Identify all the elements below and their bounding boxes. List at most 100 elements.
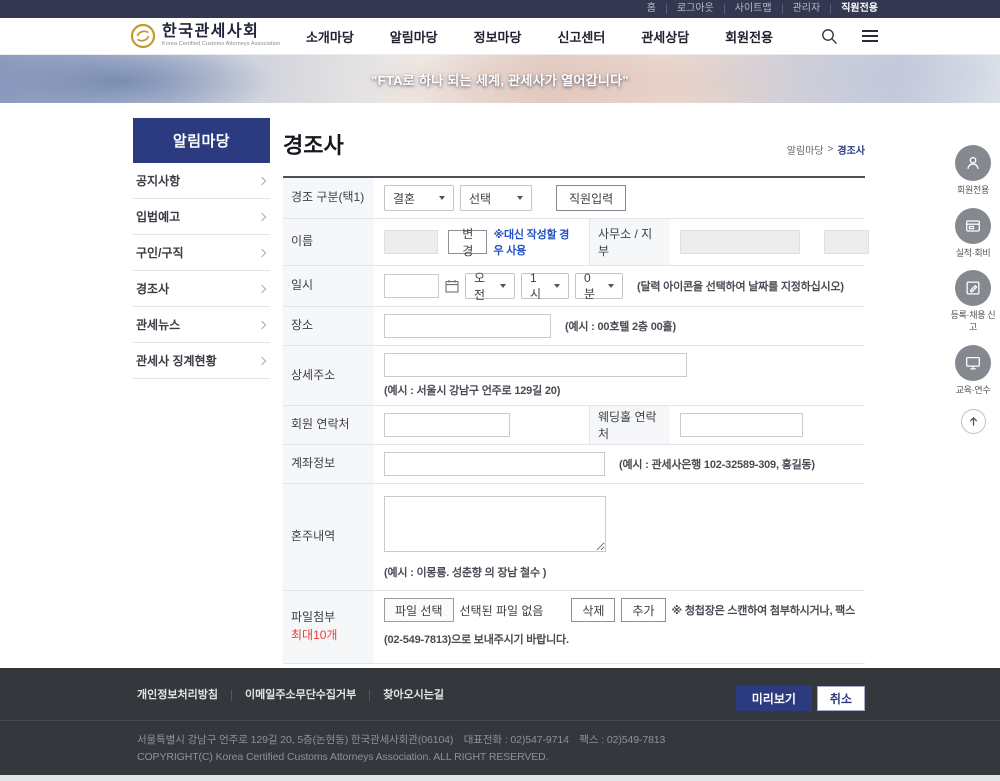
form-row-account: 계좌정보 (예시 : 관세사은행 102-32589-309, 홍길동) bbox=[283, 445, 865, 484]
breadcrumb-separator: > bbox=[828, 144, 834, 155]
footer-address: 서울특별시 강남구 언주로 129길 20, 5층(논현동) 한국관세사회관(0… bbox=[137, 732, 1000, 749]
sidebar-item-legislation[interactable]: 입법예고 bbox=[133, 199, 270, 235]
sidebar: 알림마당 공지사항 입법예고 구인/구직 경조사 bbox=[133, 118, 270, 668]
preview-button[interactable]: 미리보기 bbox=[736, 686, 812, 711]
minute-value: 0분 bbox=[584, 271, 600, 302]
chevron-right-icon bbox=[258, 212, 266, 220]
chevron-right-icon bbox=[258, 284, 266, 292]
topbar-link-staff[interactable]: 직원전용 bbox=[831, 4, 878, 14]
account-label: 계좌정보 bbox=[291, 456, 366, 472]
chevron-right-icon bbox=[258, 248, 266, 256]
file-add-button[interactable]: 추가 bbox=[621, 598, 665, 622]
name-change-button[interactable]: 변경 bbox=[448, 230, 487, 254]
nav-item-intro[interactable]: 소개마당 bbox=[306, 27, 354, 46]
page-title: 경조사 bbox=[283, 128, 344, 160]
family-label: 혼주내역 bbox=[291, 529, 366, 545]
breadcrumb-current[interactable]: 경조사 bbox=[837, 142, 865, 157]
form-row-category: 경조 구분(택1) 결혼 선택 직원입력 bbox=[283, 178, 865, 219]
address-input[interactable] bbox=[384, 353, 687, 377]
calendar-icon[interactable] bbox=[445, 279, 459, 293]
topbar: 홈 로그아웃 사이트맵 관리자 직원전용 bbox=[0, 0, 1000, 18]
office-branch-input[interactable] bbox=[824, 230, 869, 254]
quickmenu-label: 등록·채용 신고 bbox=[950, 310, 996, 333]
topbar-link-logout[interactable]: 로그아웃 bbox=[667, 4, 725, 14]
member-contact-label: 회원 연락처 bbox=[291, 417, 366, 433]
logo-subtitle: Korea Certified Customs Attorneys Associ… bbox=[162, 42, 280, 48]
nav-item-consult[interactable]: 관세상담 bbox=[641, 27, 689, 46]
topbar-link-home[interactable]: 홈 bbox=[637, 4, 667, 14]
category-sub-value: 선택 bbox=[469, 190, 491, 207]
hour-select[interactable]: 1시 bbox=[521, 273, 569, 299]
category-label: 경조 구분(택1) bbox=[291, 190, 366, 206]
bottom-strip bbox=[0, 775, 1000, 781]
sidebar-item-label: 입법예고 bbox=[136, 208, 180, 225]
topbar-link-sitemap[interactable]: 사이트맵 bbox=[725, 4, 783, 14]
main-panel: 경조사 알림마당 > 경조사 경조 구분(택1) 결혼 bbox=[283, 118, 865, 668]
content-area: 알림마당 공지사항 입법예고 구인/구직 경조사 bbox=[0, 103, 1000, 668]
nav-item-members[interactable]: 회원전용 bbox=[725, 27, 773, 46]
quickmenu-item-performance[interactable]: 실적·회비 bbox=[950, 208, 996, 260]
file-note-line1: ※ 청첩장은 스캔하여 첨부하시거나, 팩스 bbox=[672, 602, 856, 618]
page-root: 홈 로그아웃 사이트맵 관리자 직원전용 한국관세사회 Korea Certif… bbox=[0, 0, 1000, 781]
address-label: 상세주소 bbox=[291, 368, 366, 384]
date-input[interactable] bbox=[384, 274, 439, 298]
sidebar-item-label: 공지사항 bbox=[136, 172, 180, 189]
sidebar-title: 알림마당 bbox=[133, 118, 270, 163]
staff-input-button[interactable]: 직원입력 bbox=[556, 185, 626, 211]
billing-card-icon bbox=[955, 208, 991, 244]
quickmenu-item-members[interactable]: 회원전용 bbox=[950, 145, 996, 197]
form-row-datetime: 일시 오전 bbox=[283, 266, 865, 307]
member-contact-input[interactable] bbox=[384, 413, 510, 437]
monitor-icon bbox=[955, 345, 991, 381]
footer-link-privacy[interactable]: 개인정보처리방침 bbox=[137, 690, 231, 701]
ampm-value: 오전 bbox=[474, 269, 492, 303]
banner-slogan: "FTA로 하나 되는 세계, 관세사가 열어갑니다" bbox=[371, 70, 629, 89]
quickmenu-item-education[interactable]: 교육·연수 bbox=[950, 345, 996, 397]
category-type-select[interactable]: 결혼 bbox=[384, 185, 454, 211]
nav-item-report[interactable]: 신고센터 bbox=[557, 27, 605, 46]
quick-menu: 회원전용 실적·회비 등록·채용 신고 bbox=[950, 145, 996, 434]
search-icon bbox=[821, 28, 838, 45]
ampm-select[interactable]: 오전 bbox=[465, 273, 515, 299]
family-textarea[interactable] bbox=[384, 496, 606, 552]
cancel-button[interactable]: 취소 bbox=[817, 686, 865, 711]
quickmenu-item-registration[interactable]: 등록·채용 신고 bbox=[950, 270, 996, 333]
scroll-top-button[interactable] bbox=[961, 409, 986, 434]
topbar-link-admin[interactable]: 관리자 bbox=[783, 4, 832, 14]
logo[interactable]: 한국관세사회 Korea Certified Customs Attorneys… bbox=[130, 23, 280, 49]
nav-item-info[interactable]: 정보마당 bbox=[474, 27, 522, 46]
category-sub-select[interactable]: 선택 bbox=[460, 185, 532, 211]
file-delete-button[interactable]: 삭제 bbox=[571, 598, 615, 622]
sidebar-item-family-events[interactable]: 경조사 bbox=[133, 271, 270, 307]
event-form-table: 경조 구분(택1) 결혼 선택 직원입력 bbox=[283, 176, 865, 664]
hall-contact-input[interactable] bbox=[680, 413, 803, 437]
hamburger-icon bbox=[862, 30, 878, 42]
minute-select[interactable]: 0분 bbox=[575, 273, 623, 299]
form-row-family: 혼주내역 (예시 : 이몽룡. 성춘향 의 장남 철수 ) bbox=[283, 484, 865, 591]
category-type-value: 결혼 bbox=[393, 190, 415, 207]
quickmenu-label: 교육·연수 bbox=[950, 385, 996, 397]
sidebar-item-discipline[interactable]: 관세사 징계현황 bbox=[133, 343, 270, 379]
form-row-place: 장소 (예시 : 00호텔 2층 00홀) bbox=[283, 307, 865, 346]
office-input[interactable] bbox=[680, 230, 800, 254]
form-actions: 미리보기 취소 bbox=[283, 686, 865, 711]
chevron-down-icon bbox=[439, 196, 445, 200]
name-note: ※대신 작성할 경우 사용 bbox=[493, 226, 579, 258]
sidebar-item-jobs[interactable]: 구인/구직 bbox=[133, 235, 270, 271]
hamburger-menu-button[interactable] bbox=[862, 30, 878, 42]
sidebar-item-label: 관세뉴스 bbox=[136, 316, 180, 333]
sidebar-item-notice[interactable]: 공지사항 bbox=[133, 163, 270, 199]
place-input[interactable] bbox=[384, 314, 551, 338]
chevron-down-icon bbox=[554, 284, 560, 288]
account-input[interactable] bbox=[384, 452, 605, 476]
hour-value: 1시 bbox=[530, 271, 546, 302]
account-note: (예시 : 관세사은행 102-32589-309, 홍길동) bbox=[619, 456, 815, 472]
name-input[interactable] bbox=[384, 230, 438, 254]
search-button[interactable] bbox=[821, 28, 838, 45]
breadcrumb-level1[interactable]: 알림마당 bbox=[787, 142, 824, 157]
nav-item-notice[interactable]: 알림마당 bbox=[390, 27, 438, 46]
sidebar-item-label: 경조사 bbox=[136, 280, 169, 297]
sidebar-item-customs-news[interactable]: 관세뉴스 bbox=[133, 307, 270, 343]
file-select-button[interactable]: 파일 선택 bbox=[384, 598, 454, 622]
file-label: 파일첨부 bbox=[291, 610, 366, 626]
